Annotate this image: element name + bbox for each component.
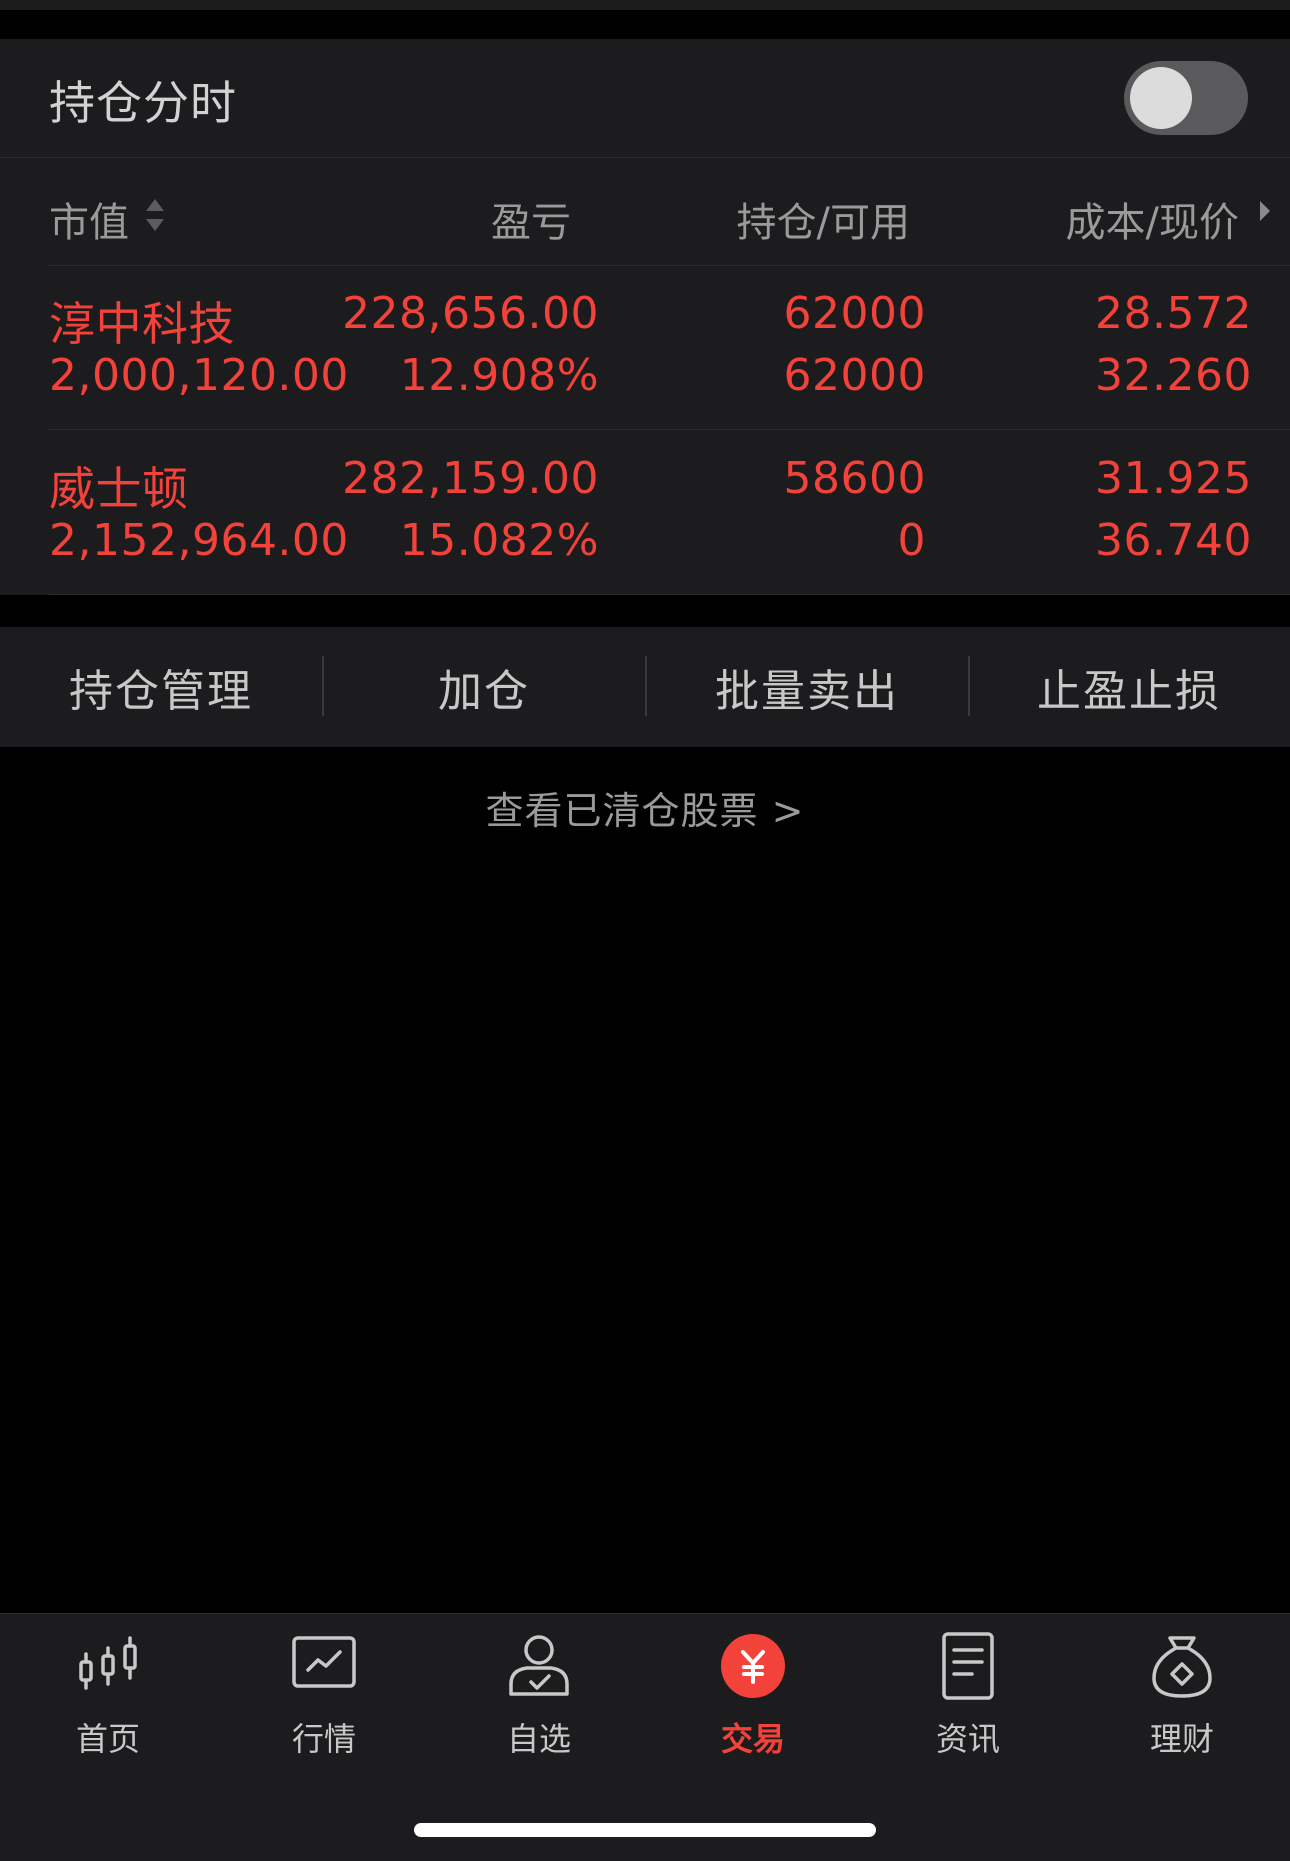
pl-percent: 15.082%	[399, 515, 599, 566]
intraday-toggle-label: 持仓分时	[49, 76, 237, 130]
chart-line-icon	[292, 1636, 356, 1688]
tab-label: 自选	[506, 1720, 571, 1758]
pl-amount: 228,656.00	[342, 288, 599, 339]
intraday-toggle-switch[interactable]	[1124, 61, 1248, 135]
available-qty: 0	[897, 515, 926, 566]
header-market-value[interactable]: 市值	[49, 190, 129, 248]
sort-icon[interactable]	[144, 195, 166, 235]
pl-percent: 12.908%	[399, 350, 599, 401]
intraday-toggle-row: 持仓分时	[0, 39, 1290, 158]
action-bar: 持仓管理 加仓 批量卖出 止盈止损	[0, 627, 1290, 747]
money-bag-icon	[1152, 1636, 1212, 1698]
view-cleared-stocks-link[interactable]: 查看已清仓股票 >	[0, 780, 1290, 835]
tab-market[interactable]: 行情	[244, 1632, 404, 1762]
bottom-tab-bar: 首页 行情 自选 交易 资讯 理财	[0, 1613, 1290, 1861]
top-strip	[0, 0, 1290, 10]
current-price: 32.260	[1095, 350, 1252, 401]
cost-price: 31.925	[1095, 453, 1252, 504]
table-row[interactable]: 淳中科技 2,000,120.00 228,656.00 12.908% 620…	[0, 266, 1290, 430]
market-value: 2,152,964.00	[49, 515, 349, 566]
position-qty: 62000	[783, 288, 926, 339]
header-position-available: 持仓/可用	[736, 200, 910, 246]
tab-label: 资讯	[935, 1720, 1000, 1758]
header-cost-price: 成本/现价	[1065, 200, 1239, 246]
stock-name: 淳中科技	[49, 297, 235, 351]
available-qty: 62000	[783, 350, 926, 401]
manage-positions-button[interactable]: 持仓管理	[0, 627, 322, 747]
tab-wealth[interactable]: 理财	[1102, 1632, 1262, 1762]
tab-home[interactable]: 首页	[28, 1632, 188, 1762]
stock-name: 威士顿	[49, 462, 189, 516]
caret-right-icon[interactable]	[1258, 199, 1272, 223]
take-profit-stop-loss-button[interactable]: 止盈止损	[968, 627, 1290, 747]
tab-trade[interactable]: 交易	[673, 1632, 833, 1762]
home-indicator	[414, 1823, 876, 1837]
tab-label: 交易	[720, 1720, 785, 1758]
tab-label: 理财	[1149, 1720, 1214, 1758]
batch-sell-button[interactable]: 批量卖出	[646, 627, 968, 747]
tab-label: 首页	[75, 1720, 140, 1758]
pl-amount: 282,159.00	[342, 453, 599, 504]
position-qty: 58600	[783, 453, 926, 504]
table-header: 市值 盈亏 持仓/可用 成本/现价	[0, 158, 1290, 265]
yuan-circle-icon	[721, 1634, 785, 1698]
document-icon	[942, 1632, 994, 1700]
market-value: 2,000,120.00	[49, 350, 349, 401]
tab-news[interactable]: 资讯	[888, 1632, 1048, 1762]
tab-label: 行情	[291, 1720, 356, 1758]
cost-price: 28.572	[1095, 288, 1252, 339]
user-check-icon	[509, 1635, 569, 1696]
tab-watchlist[interactable]: 自选	[459, 1632, 619, 1762]
toggle-knob	[1130, 67, 1192, 129]
header-profit-loss: 盈亏	[491, 200, 571, 246]
row-divider	[49, 594, 1290, 595]
current-price: 36.740	[1095, 515, 1252, 566]
candlestick-icon	[79, 1636, 137, 1690]
positions-panel: 持仓分时 市值 盈亏 持仓/可用 成本/现价 淳中科技 2,000,120.00…	[0, 39, 1290, 595]
table-row[interactable]: 威士顿 2,152,964.00 282,159.00 15.082% 5860…	[0, 431, 1290, 595]
add-position-button[interactable]: 加仓	[323, 627, 645, 747]
positions-page: 持仓分时 市值 盈亏 持仓/可用 成本/现价 淳中科技 2,000,120.00…	[0, 0, 1290, 1861]
row-divider	[49, 429, 1290, 430]
